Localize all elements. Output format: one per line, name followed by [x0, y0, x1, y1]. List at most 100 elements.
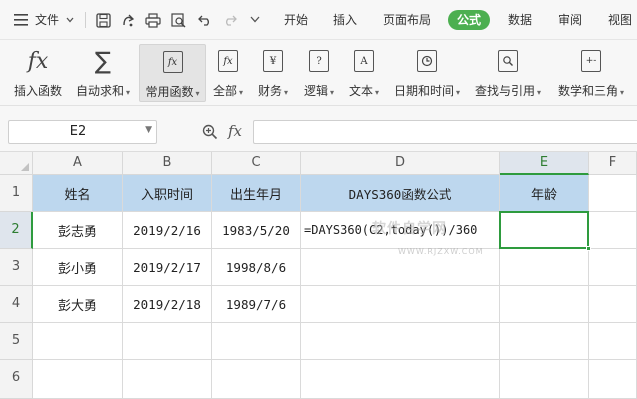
- tab-home[interactable]: 开始: [284, 10, 308, 30]
- all-functions-label: 全部: [212, 84, 237, 98]
- logic-functions-button[interactable]: ? 逻辑 ▾: [301, 44, 337, 102]
- print-preview-icon[interactable]: [170, 11, 188, 29]
- cell-d4[interactable]: [301, 286, 500, 323]
- text-functions-button[interactable]: A 文本 ▾: [346, 44, 382, 102]
- cell-e6[interactable]: [500, 360, 589, 399]
- row-header-2[interactable]: 2: [0, 212, 33, 249]
- datetime-chevron-down-icon[interactable]: ▾: [456, 88, 460, 97]
- column-header-f[interactable]: F: [589, 152, 637, 175]
- row-header-6[interactable]: 6: [0, 360, 33, 399]
- cell-a4[interactable]: 彭大勇: [33, 286, 123, 323]
- row-header-1[interactable]: 1: [0, 175, 33, 212]
- insert-function-button[interactable]: fx 插入函数: [8, 44, 68, 102]
- all-functions-chevron-down-icon[interactable]: ▾: [239, 88, 243, 97]
- cell-e4[interactable]: [500, 286, 589, 323]
- autosum-chevron-down-icon[interactable]: ▾: [126, 88, 130, 97]
- insert-function-label: 插入函数: [13, 84, 62, 98]
- zoom-search-icon[interactable]: [202, 124, 218, 143]
- cell-c1[interactable]: 出生年月: [212, 175, 301, 212]
- export-pdf-icon[interactable]: [119, 11, 137, 29]
- name-box-value: E2: [69, 124, 87, 139]
- common-functions-button[interactable]: fx 常用函数 ▾: [139, 44, 206, 102]
- math-icon: +-: [576, 46, 606, 76]
- tab-insert[interactable]: 插入: [333, 10, 357, 30]
- undo-icon[interactable]: [196, 11, 214, 29]
- cell-d1[interactable]: DAYS360函数公式: [301, 175, 500, 212]
- file-chevron-down-icon[interactable]: [61, 11, 79, 29]
- cell-f6[interactable]: [589, 360, 637, 399]
- cell-e3[interactable]: [500, 249, 589, 286]
- print-icon[interactable]: [144, 11, 162, 29]
- cell-b6[interactable]: [123, 360, 212, 399]
- lookup-chevron-down-icon[interactable]: ▾: [537, 88, 541, 97]
- finance-label: 财务: [257, 84, 282, 98]
- tab-data[interactable]: 数据: [508, 10, 532, 30]
- cell-d2[interactable]: =DAYS360(C2,today())/360: [301, 212, 500, 249]
- autosum-button[interactable]: ∑ 自动求和 ▾: [72, 44, 134, 102]
- cell-d6[interactable]: [301, 360, 500, 399]
- row-header-5[interactable]: 5: [0, 323, 33, 360]
- finance-chevron-down-icon[interactable]: ▾: [284, 88, 288, 97]
- cell-d3[interactable]: [301, 249, 500, 286]
- logic-chevron-down-icon[interactable]: ▾: [330, 88, 334, 97]
- all-functions-button[interactable]: fx 全部 ▾: [210, 44, 246, 102]
- cell-a1[interactable]: 姓名: [33, 175, 123, 212]
- finance-functions-button[interactable]: ¥ 财务 ▾: [255, 44, 291, 102]
- cell-c2[interactable]: 1983/5/20: [212, 212, 301, 249]
- sigma-icon: ∑: [94, 47, 112, 75]
- column-header-d[interactable]: D: [301, 152, 500, 175]
- cell-e5[interactable]: [500, 323, 589, 360]
- tab-view[interactable]: 视图: [608, 10, 632, 30]
- hamburger-menu-icon[interactable]: [12, 11, 30, 29]
- column-header-a[interactable]: A: [33, 152, 123, 175]
- cell-f2[interactable]: [589, 212, 637, 249]
- quick-access-dropdown-icon[interactable]: [246, 11, 264, 29]
- column-header-b[interactable]: B: [123, 152, 212, 175]
- datetime-functions-button[interactable]: 日期和时间 ▾: [392, 44, 462, 102]
- cell-f4[interactable]: [589, 286, 637, 323]
- cell-c3[interactable]: 1998/8/6: [212, 249, 301, 286]
- cell-f5[interactable]: [589, 323, 637, 360]
- cell-e1[interactable]: 年龄: [500, 175, 589, 212]
- fx-button[interactable]: fx: [228, 122, 242, 140]
- cell-c4[interactable]: 1989/7/6: [212, 286, 301, 323]
- cell-b3[interactable]: 2019/2/17: [123, 249, 212, 286]
- cell-d5[interactable]: [301, 323, 500, 360]
- fill-handle[interactable]: [586, 246, 591, 251]
- redo-icon[interactable]: [221, 11, 239, 29]
- common-functions-label: 常用函数: [145, 85, 194, 99]
- cell-a6[interactable]: [33, 360, 123, 399]
- lookup-reference-button[interactable]: 查找与引用 ▾: [472, 44, 544, 102]
- cell-a2[interactable]: 彭志勇: [33, 212, 123, 249]
- math-chevron-down-icon[interactable]: ▾: [620, 88, 624, 97]
- math-trig-button[interactable]: +- 数学和三角 ▾: [553, 44, 629, 102]
- tab-page-layout[interactable]: 页面布局: [383, 10, 431, 30]
- cell-e2[interactable]: [500, 212, 589, 249]
- cell-a5[interactable]: [33, 323, 123, 360]
- cell-b1[interactable]: 入职时间: [123, 175, 212, 212]
- ribbon: fx 插入函数 ∑ 自动求和 ▾ fx 常用函数 ▾ fx 全部 ▾ ¥ 财务 ▾ ? …: [0, 40, 637, 106]
- common-functions-chevron-down-icon[interactable]: ▾: [196, 89, 200, 98]
- formula-input[interactable]: [253, 120, 637, 144]
- name-box[interactable]: E2 ▼: [8, 120, 157, 144]
- tab-formulas[interactable]: 公式: [448, 10, 491, 30]
- cell-f3[interactable]: [589, 249, 637, 286]
- datetime-icon: [412, 46, 442, 76]
- tab-review[interactable]: 审阅: [558, 10, 582, 30]
- file-menu[interactable]: 文件: [35, 10, 59, 30]
- cell-b2[interactable]: 2019/2/16: [123, 212, 212, 249]
- cell-f1[interactable]: [589, 175, 637, 212]
- row-header-4[interactable]: 4: [0, 286, 33, 323]
- select-all-corner[interactable]: [0, 152, 33, 175]
- name-box-chevron-down-icon[interactable]: ▼: [145, 125, 152, 135]
- cell-c5[interactable]: [212, 323, 301, 360]
- cell-b5[interactable]: [123, 323, 212, 360]
- row-header-3[interactable]: 3: [0, 249, 33, 286]
- cell-c6[interactable]: [212, 360, 301, 399]
- text-functions-chevron-down-icon[interactable]: ▾: [375, 88, 379, 97]
- column-header-e[interactable]: E: [500, 152, 589, 175]
- cell-a3[interactable]: 彭小勇: [33, 249, 123, 286]
- column-header-c[interactable]: C: [212, 152, 301, 175]
- cell-b4[interactable]: 2019/2/18: [123, 286, 212, 323]
- save-icon[interactable]: [94, 11, 112, 29]
